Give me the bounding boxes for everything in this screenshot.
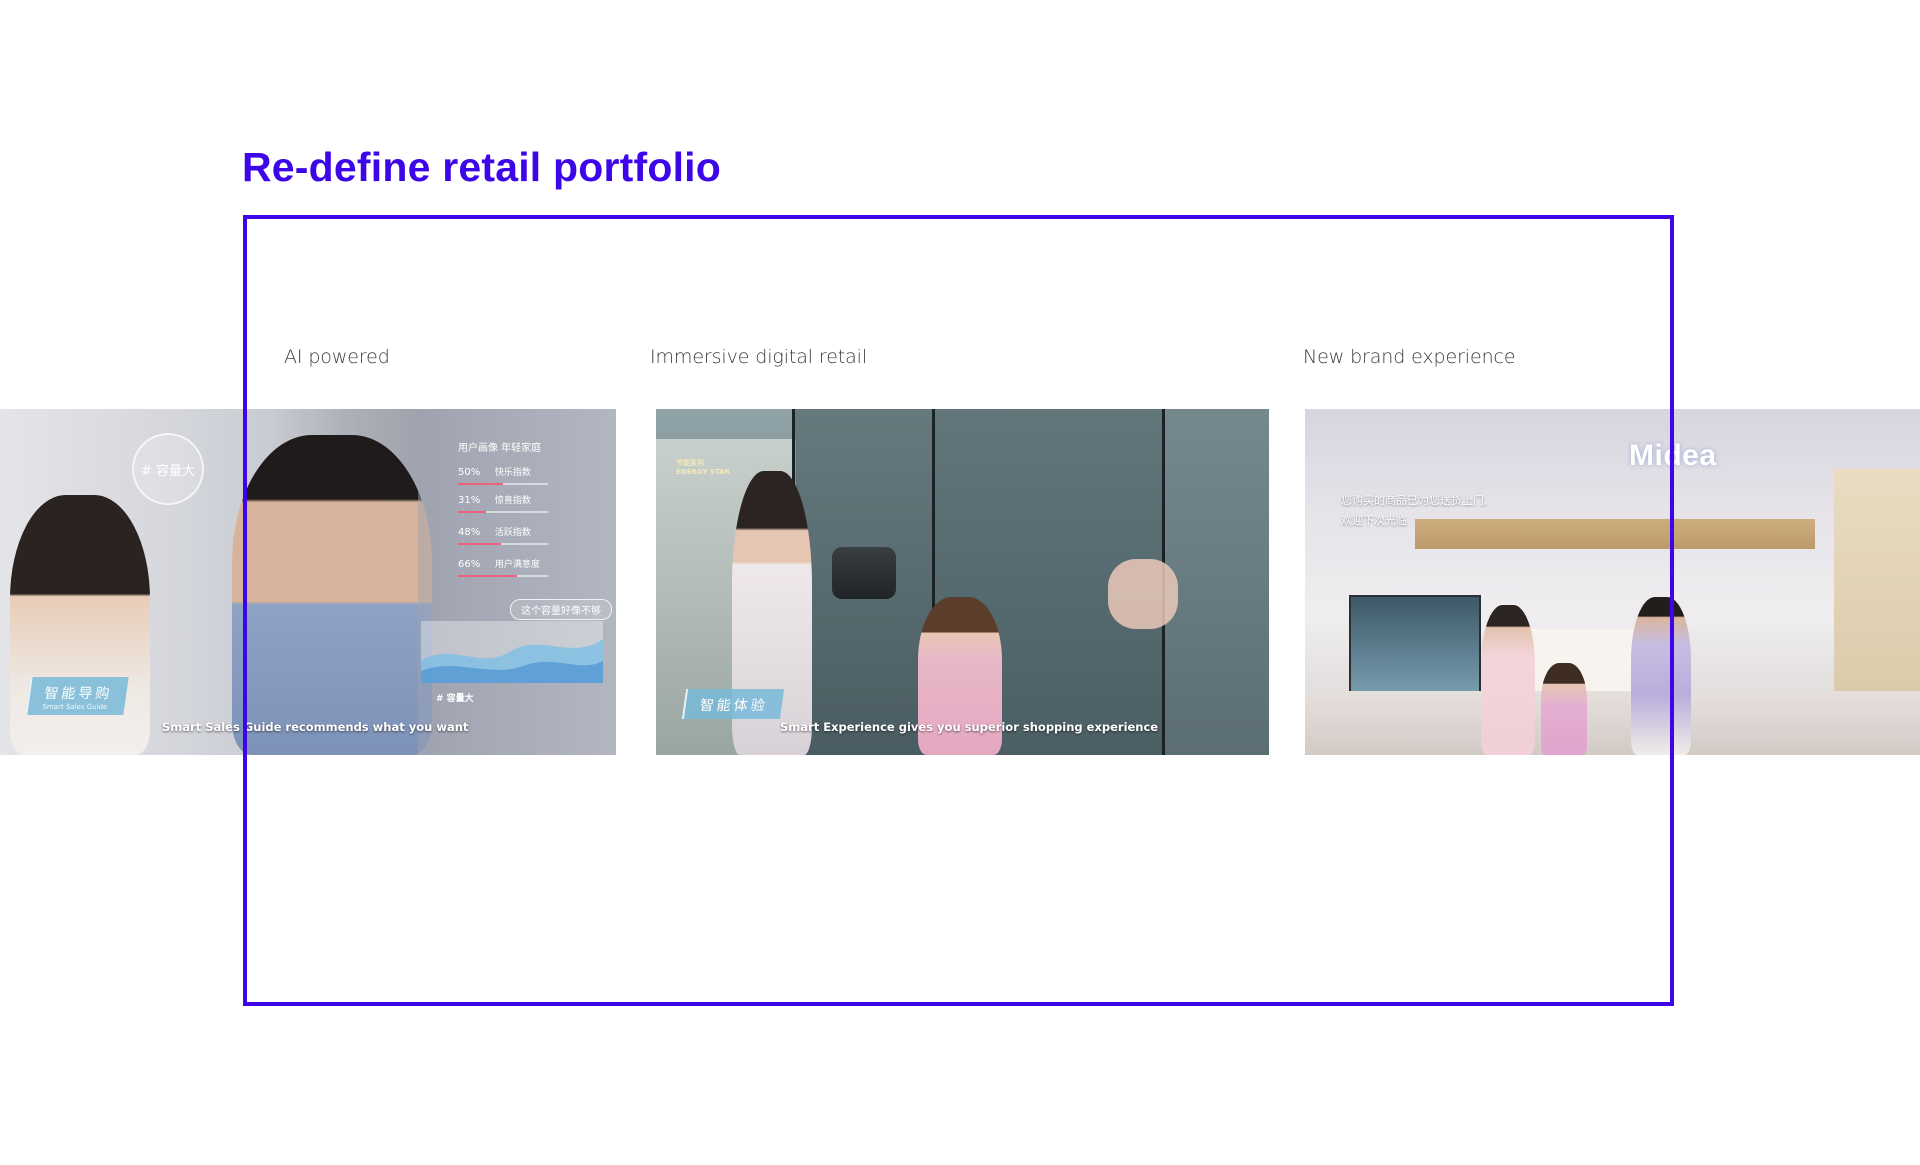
store-floor	[1305, 691, 1920, 755]
hud-heading: 用户画像 年轻家庭	[458, 443, 542, 454]
hud-chat-bubble: 这个容量好像不够	[510, 599, 612, 620]
hud-row-name: 快乐指数	[494, 468, 531, 478]
hud-row-name: 惊喜指数	[494, 496, 531, 506]
energy-star-sign: 节能系列 ENERGY STAR	[676, 459, 730, 477]
hud-bar	[458, 575, 548, 577]
hud-row-pct: 66%	[458, 559, 481, 570]
hud-row-name: 活跃指数	[494, 528, 531, 538]
hud-bar-fill	[458, 483, 503, 485]
hud-row-pct: 31%	[458, 495, 481, 506]
hud-panel: 用户画像 年轻家庭 50% 快乐指数 31% 惊喜指数 48% 活跃指数 66%…	[418, 409, 616, 755]
hud-row-pct: 50%	[458, 467, 481, 478]
woman-figure	[10, 495, 150, 755]
brand-logo: Midea	[1629, 439, 1717, 472]
notice-line-1: 您购买的商品已为您送货上门,	[1341, 494, 1488, 507]
page-title: Re-define retail portfolio	[242, 144, 722, 190]
new-brand-experience-image: Midea 您购买的商品已为您送货上门, 欢迎下次光临	[1305, 409, 1920, 755]
ai-powered-image: # 容量大 用户画像 年轻家庭 50% 快乐指数 31% 惊喜指数 48% 活跃…	[0, 409, 616, 755]
cooker-hologram	[832, 547, 896, 599]
video-subtitle: Smart Sales Guide recommends what you wa…	[162, 720, 469, 734]
hud-bar	[458, 543, 548, 545]
hud-chart-label: # 容量大	[436, 694, 474, 704]
hud-row: 48% 活跃指数	[458, 525, 531, 538]
energy-sign-line-1: 节能系列	[676, 459, 704, 467]
hud-bar	[458, 511, 548, 513]
caption-cn: 智能体验	[698, 698, 769, 714]
hud-bar-fill	[458, 575, 518, 577]
delivery-notice: 您购买的商品已为您送货上门, 欢迎下次光临	[1341, 491, 1488, 531]
man-figure	[232, 435, 432, 755]
hud-bar-fill	[458, 511, 486, 513]
video-subtitle: Smart Experience gives you superior shop…	[780, 720, 1159, 734]
hud-bar-fill	[458, 543, 502, 545]
immersive-digital-retail-image: 节能系列 ENERGY STAR 智能体验 Smart Experience g…	[656, 409, 1269, 755]
display-screens	[1349, 595, 1481, 699]
hud-row: 66% 用户满意度	[458, 557, 540, 570]
energy-sign-line-2: ENERGY STAR	[676, 468, 730, 476]
glass-panel	[1162, 409, 1269, 755]
man-figure	[1631, 597, 1691, 755]
hud-row: 31% 惊喜指数	[458, 493, 531, 506]
hand-figure	[1108, 559, 1178, 629]
hud-circle-tag: # 容量大	[132, 433, 204, 505]
hud-row: 50% 快乐指数	[458, 465, 531, 478]
caption-en: Smart Sales Guide	[41, 703, 108, 711]
section-label-new-brand-experience: New brand experience	[1303, 346, 1516, 368]
section-label-ai-powered: AI powered	[284, 346, 390, 368]
girl-figure	[1541, 663, 1587, 755]
caption-box: 智能体验	[681, 689, 785, 719]
caption-box: 智能导购 Smart Sales Guide	[25, 677, 129, 715]
hud-row-pct: 48%	[458, 527, 481, 538]
caption-cn: 智能导购	[43, 686, 114, 702]
page: Re-define retail portfolio AI powered Im…	[0, 0, 1920, 1165]
hud-wave-chart	[421, 621, 603, 683]
hud-bar	[458, 483, 548, 485]
notice-line-2: 欢迎下次光临	[1341, 514, 1407, 527]
hud-row-name: 用户满意度	[494, 560, 540, 570]
woman-figure	[1481, 605, 1535, 755]
section-label-immersive-digital-retail: Immersive digital retail	[650, 346, 868, 368]
